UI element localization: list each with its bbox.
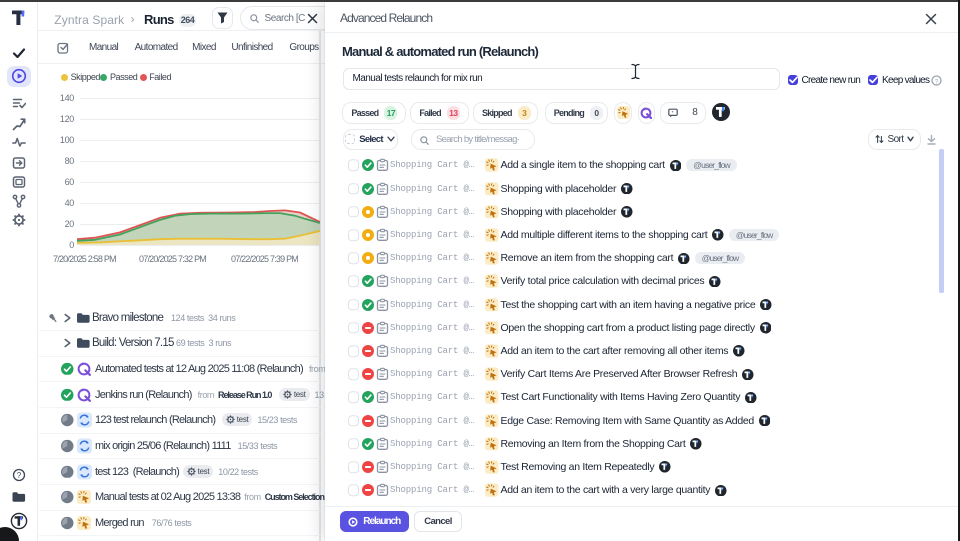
svg-text:?: ? xyxy=(16,471,21,480)
